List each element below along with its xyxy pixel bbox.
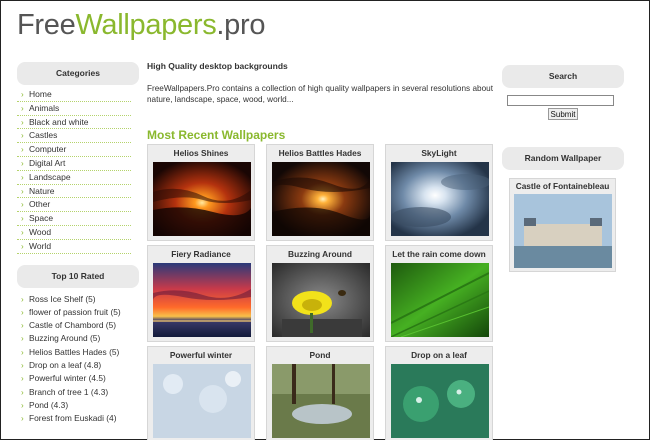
- rated-link[interactable]: Powerful winter (4.5): [17, 372, 139, 386]
- random-wallpaper-heading: Random Wallpaper: [502, 147, 624, 170]
- rated-link[interactable]: Drop on a leaf (4.8): [17, 359, 139, 373]
- logo-part-pro: .pro: [216, 9, 266, 41]
- category-link[interactable]: Digital Art: [17, 157, 131, 171]
- category-link[interactable]: Landscape: [17, 171, 131, 185]
- recent-wallpapers-heading: Most Recent Wallpapers: [147, 128, 286, 142]
- rated-link[interactable]: Forest from Euskadi (4): [17, 412, 139, 426]
- wallpaper-card[interactable]: Helios Battles Hades: [266, 144, 374, 241]
- sky-clouds-image[interactable]: [391, 162, 489, 236]
- wallpaper-card[interactable]: Pond: [266, 346, 374, 440]
- rated-link[interactable]: Branch of tree 1 (4.3): [17, 386, 139, 400]
- category-link[interactable]: Nature: [17, 185, 131, 199]
- sunset-image[interactable]: [153, 162, 251, 236]
- wallpaper-card[interactable]: Fiery Radiance: [147, 245, 255, 342]
- wallpaper-title[interactable]: Fiery Radiance: [148, 246, 254, 262]
- rated-link[interactable]: Buzzing Around (5): [17, 332, 139, 346]
- top-rated-heading: Top 10 Rated: [17, 264, 139, 288]
- category-link[interactable]: Computer: [17, 143, 131, 157]
- snow-image[interactable]: [153, 364, 251, 438]
- random-wallpaper-title[interactable]: Castle of Fontainebleau: [510, 179, 615, 193]
- page-headline: High Quality desktop backgrounds: [147, 61, 288, 71]
- category-link[interactable]: World: [17, 240, 131, 254]
- wallpaper-title[interactable]: Buzzing Around: [267, 246, 373, 262]
- leaf-drops-image[interactable]: [391, 364, 489, 438]
- rated-link[interactable]: Ross Ice Shelf (5): [17, 293, 139, 307]
- submit-button[interactable]: Submit: [548, 108, 578, 120]
- category-link[interactable]: Wood: [17, 226, 131, 240]
- random-wallpaper-card[interactable]: Castle of Fontainebleau: [509, 178, 616, 272]
- categories-heading: Categories: [17, 62, 139, 85]
- castle-image[interactable]: [514, 194, 612, 268]
- category-link[interactable]: Castles: [17, 129, 131, 144]
- logo-part-free: Free: [17, 9, 76, 41]
- flower-bee-image[interactable]: [272, 263, 370, 337]
- wallpaper-card[interactable]: SkyLight: [385, 144, 493, 241]
- wallpaper-card[interactable]: Powerful winter: [147, 346, 255, 440]
- left-sidebar: Categories Home Animals Black and white …: [17, 62, 139, 426]
- top-rated-list: Ross Ice Shelf (5) flower of passion fru…: [17, 293, 139, 426]
- wallpaper-title[interactable]: Helios Battles Hades: [267, 145, 373, 161]
- wallpaper-title[interactable]: Drop on a leaf: [386, 347, 492, 363]
- wallpaper-title[interactable]: Helios Shines: [148, 145, 254, 161]
- rated-link[interactable]: Pond (4.3): [17, 399, 139, 413]
- pond-image[interactable]: [272, 364, 370, 438]
- green-leaf-image[interactable]: [391, 263, 489, 337]
- wallpaper-card[interactable]: Let the rain come down: [385, 245, 493, 342]
- wallpaper-title[interactable]: Let the rain come down: [386, 246, 492, 262]
- categories-list: Home Animals Black and white Castles Com…: [17, 88, 139, 254]
- rated-link[interactable]: Castle of Chambord (5): [17, 319, 139, 333]
- sea-sunset-image[interactable]: [153, 263, 251, 337]
- category-link[interactable]: Space: [17, 212, 131, 226]
- wallpaper-card[interactable]: Helios Shines: [147, 144, 255, 241]
- category-link[interactable]: Other: [17, 198, 131, 213]
- right-sidebar: Search Submit Random Wallpaper Castle of…: [502, 65, 624, 272]
- category-link[interactable]: Animals: [17, 102, 131, 116]
- wallpaper-title[interactable]: Pond: [267, 347, 373, 363]
- main-content: High Quality desktop backgrounds FreeWal…: [147, 61, 493, 142]
- rated-link[interactable]: Helios Battles Hades (5): [17, 346, 139, 360]
- category-link[interactable]: Black and white: [17, 116, 131, 130]
- wallpaper-title[interactable]: Powerful winter: [148, 347, 254, 363]
- logo-part-wallpapers: Wallpapers: [75, 9, 217, 41]
- intro-text: FreeWallpapers.Pro contains a collection…: [147, 84, 493, 104]
- rated-link[interactable]: flower of passion fruit (5): [17, 306, 139, 320]
- sun-clouds-image[interactable]: [272, 162, 370, 236]
- search-heading: Search: [502, 65, 624, 88]
- site-logo[interactable]: FreeWallpapers.pro: [17, 7, 266, 43]
- search-input[interactable]: [507, 95, 614, 106]
- wallpaper-card[interactable]: Drop on a leaf: [385, 346, 493, 440]
- wallpaper-card[interactable]: Buzzing Around: [266, 245, 374, 342]
- category-link[interactable]: Home: [17, 88, 131, 102]
- wallpaper-title[interactable]: SkyLight: [386, 145, 492, 161]
